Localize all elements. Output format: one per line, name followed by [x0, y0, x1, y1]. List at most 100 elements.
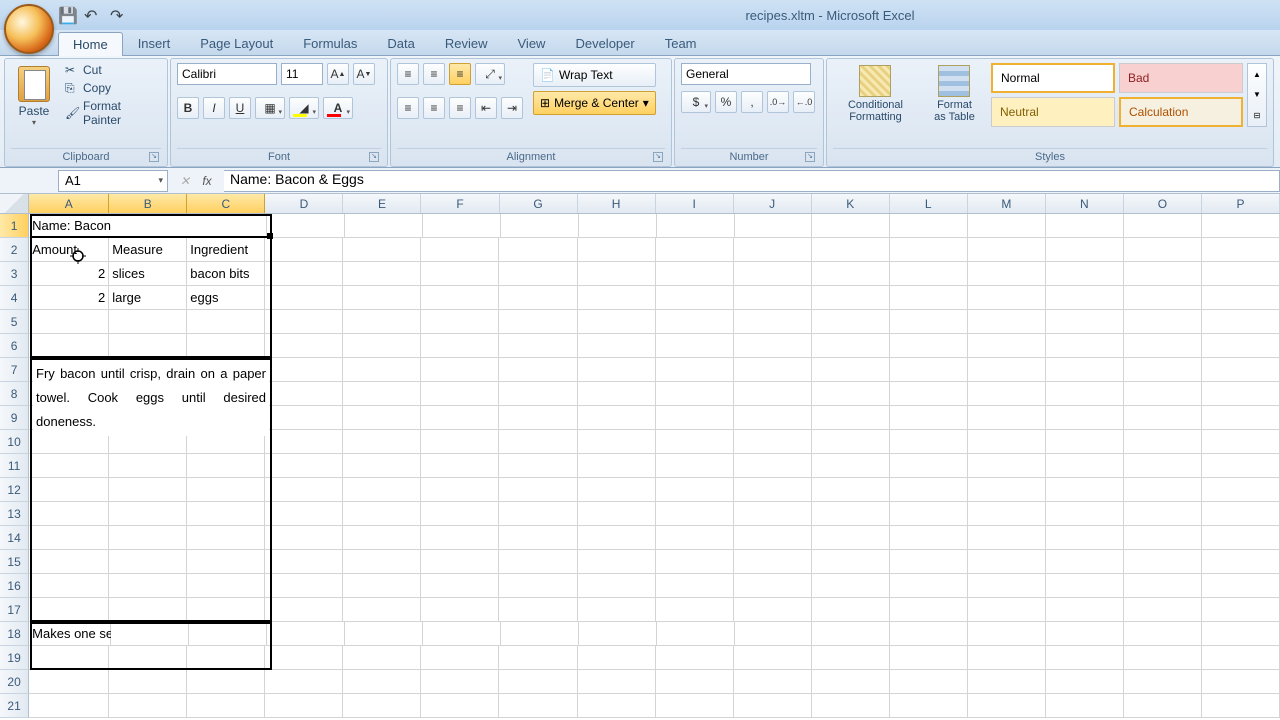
decrease-indent-button[interactable]: ⇤ [475, 97, 497, 119]
cell-G14[interactable] [499, 526, 577, 550]
cell-J16[interactable] [734, 574, 812, 598]
cell-M6[interactable] [968, 334, 1046, 358]
cell-M9[interactable] [968, 406, 1046, 430]
cell-B15[interactable] [109, 550, 187, 574]
cell-M16[interactable] [968, 574, 1046, 598]
cell-F12[interactable] [421, 478, 499, 502]
cell-M21[interactable] [968, 694, 1046, 718]
cell-A16[interactable] [29, 574, 109, 598]
cell-E19[interactable] [343, 646, 421, 670]
cell-O7[interactable] [1124, 358, 1202, 382]
col-header-E[interactable]: E [343, 194, 421, 213]
cell-B13[interactable] [109, 502, 187, 526]
cell-J9[interactable] [734, 406, 812, 430]
cell-I18[interactable] [657, 622, 735, 646]
cell-K3[interactable] [812, 262, 890, 286]
row-header-9[interactable]: 9 [0, 406, 29, 430]
cell-N12[interactable] [1046, 478, 1124, 502]
cell-G1[interactable] [501, 214, 579, 238]
cell-G5[interactable] [499, 310, 577, 334]
cell-C15[interactable] [187, 550, 265, 574]
cell-L10[interactable] [890, 430, 968, 454]
cell-D11[interactable] [265, 454, 343, 478]
cell-P6[interactable] [1202, 334, 1280, 358]
cell-L8[interactable] [890, 382, 968, 406]
cell-M18[interactable] [968, 622, 1046, 646]
cell-C16[interactable] [187, 574, 265, 598]
cell-C2[interactable]: Ingredient [187, 238, 265, 262]
cell-H4[interactable] [578, 286, 656, 310]
cell-N1[interactable] [1046, 214, 1124, 238]
cell-J7[interactable] [734, 358, 812, 382]
cell-E16[interactable] [343, 574, 421, 598]
cell-F7[interactable] [421, 358, 499, 382]
cell-A13[interactable] [29, 502, 109, 526]
underline-button[interactable]: U [229, 97, 251, 119]
cell-J17[interactable] [734, 598, 812, 622]
cell-K6[interactable] [812, 334, 890, 358]
cell-N10[interactable] [1046, 430, 1124, 454]
cell-O5[interactable] [1124, 310, 1202, 334]
cell-F2[interactable] [421, 238, 499, 262]
cell-L20[interactable] [890, 670, 968, 694]
cell-K21[interactable] [812, 694, 890, 718]
increase-indent-button[interactable]: ⇥ [501, 97, 523, 119]
cell-G13[interactable] [499, 502, 577, 526]
cell-K1[interactable] [812, 214, 890, 238]
cell-M5[interactable] [968, 310, 1046, 334]
cell-J5[interactable] [734, 310, 812, 334]
cell-K18[interactable] [812, 622, 890, 646]
cell-M13[interactable] [968, 502, 1046, 526]
cell-K4[interactable] [812, 286, 890, 310]
cell-N7[interactable] [1046, 358, 1124, 382]
cell-F14[interactable] [421, 526, 499, 550]
cell-G18[interactable] [501, 622, 579, 646]
cell-A9[interactable] [29, 406, 109, 430]
cell-K11[interactable] [812, 454, 890, 478]
cell-O16[interactable] [1124, 574, 1202, 598]
cell-P16[interactable] [1202, 574, 1280, 598]
col-header-P[interactable]: P [1202, 194, 1280, 213]
cell-M12[interactable] [968, 478, 1046, 502]
border-button[interactable]: ▦ [255, 97, 285, 119]
cell-I7[interactable] [656, 358, 734, 382]
row-header-2[interactable]: 2 [0, 238, 29, 262]
cell-B21[interactable] [109, 694, 187, 718]
cell-L12[interactable] [890, 478, 968, 502]
cell-F20[interactable] [421, 670, 499, 694]
cell-M14[interactable] [968, 526, 1046, 550]
cell-H16[interactable] [578, 574, 656, 598]
align-middle-button[interactable]: ≡ [423, 63, 445, 85]
cell-D13[interactable] [265, 502, 343, 526]
cell-H9[interactable] [578, 406, 656, 430]
cell-E15[interactable] [343, 550, 421, 574]
col-header-O[interactable]: O [1124, 194, 1202, 213]
cell-B14[interactable] [109, 526, 187, 550]
cell-P1[interactable] [1202, 214, 1280, 238]
cell-I6[interactable] [656, 334, 734, 358]
cell-G16[interactable] [499, 574, 577, 598]
cell-B8[interactable] [109, 382, 187, 406]
format-as-table-button[interactable]: Format as Table [922, 63, 987, 125]
row-header-21[interactable]: 21 [0, 694, 29, 718]
cell-E11[interactable] [343, 454, 421, 478]
cell-O2[interactable] [1124, 238, 1202, 262]
cell-O3[interactable] [1124, 262, 1202, 286]
cell-B12[interactable] [109, 478, 187, 502]
cell-H6[interactable] [578, 334, 656, 358]
accounting-format-button[interactable]: $ [681, 91, 711, 113]
cell-H5[interactable] [578, 310, 656, 334]
cell-L4[interactable] [890, 286, 968, 310]
cell-F3[interactable] [421, 262, 499, 286]
cell-O13[interactable] [1124, 502, 1202, 526]
cell-A10[interactable] [29, 430, 109, 454]
cell-O18[interactable] [1124, 622, 1202, 646]
cell-G21[interactable] [499, 694, 577, 718]
cell-L9[interactable] [890, 406, 968, 430]
paste-button[interactable]: Paste ▾ [11, 63, 57, 130]
cell-G2[interactable] [499, 238, 577, 262]
style-bad[interactable]: Bad [1119, 63, 1243, 93]
align-center-button[interactable]: ≡ [423, 97, 445, 119]
cell-G12[interactable] [499, 478, 577, 502]
cell-H20[interactable] [578, 670, 656, 694]
